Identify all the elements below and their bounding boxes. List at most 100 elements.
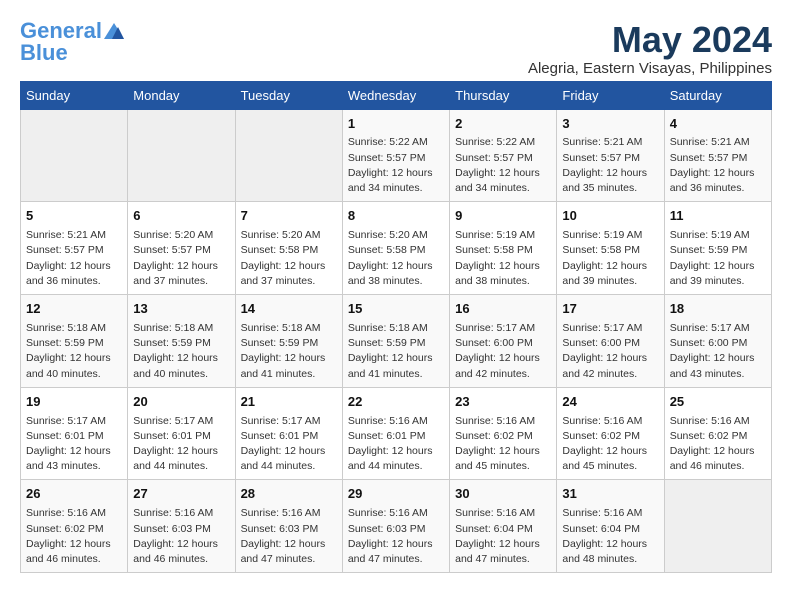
day-number: 5 — [26, 207, 122, 226]
day-info-line: and 45 minutes. — [562, 459, 658, 474]
day-info-line: Sunset: 5:58 PM — [562, 243, 658, 258]
day-info-line: Sunrise: 5:16 AM — [670, 414, 766, 429]
day-number: 3 — [562, 115, 658, 134]
day-info-line: Sunset: 5:59 PM — [348, 336, 444, 351]
day-info-line: and 40 minutes. — [26, 367, 122, 382]
page-header: General Blue May 2024 Alegria, Eastern V… — [20, 20, 772, 77]
calendar-cell — [235, 109, 342, 202]
calendar-cell: 8Sunrise: 5:20 AMSunset: 5:58 PMDaylight… — [342, 202, 449, 295]
day-info-line: Sunrise: 5:16 AM — [348, 414, 444, 429]
day-info-line: Daylight: 12 hours — [348, 259, 444, 274]
calendar-cell: 26Sunrise: 5:16 AMSunset: 6:02 PMDayligh… — [21, 480, 128, 573]
day-info-line: Sunset: 6:00 PM — [670, 336, 766, 351]
day-info-line: Sunset: 5:59 PM — [670, 243, 766, 258]
day-info-line: and 46 minutes. — [670, 459, 766, 474]
logo-text: General — [20, 20, 102, 42]
title-block: May 2024 Alegria, Eastern Visayas, Phili… — [528, 20, 772, 77]
weekday-header-thursday: Thursday — [450, 81, 557, 109]
calendar-cell: 19Sunrise: 5:17 AMSunset: 6:01 PMDayligh… — [21, 387, 128, 480]
day-number: 30 — [455, 485, 551, 504]
day-number: 12 — [26, 300, 122, 319]
day-info-line: Daylight: 12 hours — [562, 537, 658, 552]
day-number: 18 — [670, 300, 766, 319]
day-info-line: Daylight: 12 hours — [455, 259, 551, 274]
day-info-line: Daylight: 12 hours — [455, 444, 551, 459]
day-info-line: Daylight: 12 hours — [562, 351, 658, 366]
day-number: 7 — [241, 207, 337, 226]
calendar-cell: 31Sunrise: 5:16 AMSunset: 6:04 PMDayligh… — [557, 480, 664, 573]
day-info-line: Sunset: 6:03 PM — [133, 522, 229, 537]
day-info-line: Sunrise: 5:17 AM — [455, 321, 551, 336]
day-info-line: Sunset: 5:57 PM — [348, 151, 444, 166]
day-info-line: Sunrise: 5:18 AM — [348, 321, 444, 336]
day-info-line: Daylight: 12 hours — [26, 444, 122, 459]
day-info-line: Sunset: 5:58 PM — [455, 243, 551, 258]
calendar-cell: 11Sunrise: 5:19 AMSunset: 5:59 PMDayligh… — [664, 202, 771, 295]
day-number: 2 — [455, 115, 551, 134]
location-text: Alegria, Eastern Visayas, Philippines — [528, 60, 772, 77]
day-number: 29 — [348, 485, 444, 504]
day-info-line: Sunrise: 5:16 AM — [562, 506, 658, 521]
day-info-line: Daylight: 12 hours — [26, 351, 122, 366]
day-info-line: Sunset: 6:02 PM — [26, 522, 122, 537]
day-info-line: Daylight: 12 hours — [670, 166, 766, 181]
day-info-line: Daylight: 12 hours — [133, 444, 229, 459]
day-info-line: Sunrise: 5:16 AM — [455, 414, 551, 429]
day-number: 24 — [562, 393, 658, 412]
day-number: 9 — [455, 207, 551, 226]
day-info-line: Sunset: 5:59 PM — [26, 336, 122, 351]
day-number: 10 — [562, 207, 658, 226]
day-info-line: Daylight: 12 hours — [455, 166, 551, 181]
day-info-line: Sunset: 6:01 PM — [26, 429, 122, 444]
day-info-line: Daylight: 12 hours — [348, 537, 444, 552]
calendar-cell: 17Sunrise: 5:17 AMSunset: 6:00 PMDayligh… — [557, 295, 664, 388]
day-info-line: Daylight: 12 hours — [241, 537, 337, 552]
weekday-header-wednesday: Wednesday — [342, 81, 449, 109]
calendar-cell — [21, 109, 128, 202]
day-info-line: and 47 minutes. — [455, 552, 551, 567]
day-number: 6 — [133, 207, 229, 226]
day-info-line: Daylight: 12 hours — [348, 444, 444, 459]
day-info-line: and 39 minutes. — [670, 274, 766, 289]
day-info-line: Sunrise: 5:18 AM — [26, 321, 122, 336]
day-number: 15 — [348, 300, 444, 319]
day-info-line: Sunset: 6:03 PM — [241, 522, 337, 537]
day-info-line: and 39 minutes. — [562, 274, 658, 289]
calendar-cell: 21Sunrise: 5:17 AMSunset: 6:01 PMDayligh… — [235, 387, 342, 480]
calendar-week-row: 5Sunrise: 5:21 AMSunset: 5:57 PMDaylight… — [21, 202, 772, 295]
day-number: 14 — [241, 300, 337, 319]
day-info-line: Sunset: 5:57 PM — [26, 243, 122, 258]
logo-blue-text: Blue — [20, 42, 68, 64]
calendar-cell — [128, 109, 235, 202]
day-info-line: and 38 minutes. — [348, 274, 444, 289]
weekday-header-row: SundayMondayTuesdayWednesdayThursdayFrid… — [21, 81, 772, 109]
calendar-cell: 22Sunrise: 5:16 AMSunset: 6:01 PMDayligh… — [342, 387, 449, 480]
day-info-line: Sunrise: 5:17 AM — [670, 321, 766, 336]
day-info-line: Sunrise: 5:22 AM — [455, 135, 551, 150]
day-info-line: Sunrise: 5:16 AM — [348, 506, 444, 521]
weekday-header-tuesday: Tuesday — [235, 81, 342, 109]
day-info-line: Daylight: 12 hours — [348, 351, 444, 366]
day-info-line: Sunrise: 5:17 AM — [133, 414, 229, 429]
day-info-line: Sunset: 5:57 PM — [455, 151, 551, 166]
day-number: 26 — [26, 485, 122, 504]
day-info-line: Daylight: 12 hours — [455, 537, 551, 552]
calendar-week-row: 1Sunrise: 5:22 AMSunset: 5:57 PMDaylight… — [21, 109, 772, 202]
day-info-line: Sunrise: 5:16 AM — [133, 506, 229, 521]
day-info-line: Sunset: 6:01 PM — [133, 429, 229, 444]
day-info-line: Sunrise: 5:19 AM — [455, 228, 551, 243]
day-info-line: Daylight: 12 hours — [562, 259, 658, 274]
day-number: 23 — [455, 393, 551, 412]
day-info-line: and 44 minutes. — [133, 459, 229, 474]
day-info-line: Sunrise: 5:16 AM — [26, 506, 122, 521]
day-info-line: and 46 minutes. — [133, 552, 229, 567]
day-info-line: Daylight: 12 hours — [241, 351, 337, 366]
calendar-cell: 29Sunrise: 5:16 AMSunset: 6:03 PMDayligh… — [342, 480, 449, 573]
day-number: 13 — [133, 300, 229, 319]
day-info-line: and 35 minutes. — [562, 181, 658, 196]
day-number: 21 — [241, 393, 337, 412]
calendar-cell: 24Sunrise: 5:16 AMSunset: 6:02 PMDayligh… — [557, 387, 664, 480]
calendar-body: 1Sunrise: 5:22 AMSunset: 5:57 PMDaylight… — [21, 109, 772, 573]
calendar-cell: 12 Sunrise: 5:18 AMSunset: 5:59 PMDayligh… — [21, 295, 128, 388]
day-info-line: and 38 minutes. — [455, 274, 551, 289]
